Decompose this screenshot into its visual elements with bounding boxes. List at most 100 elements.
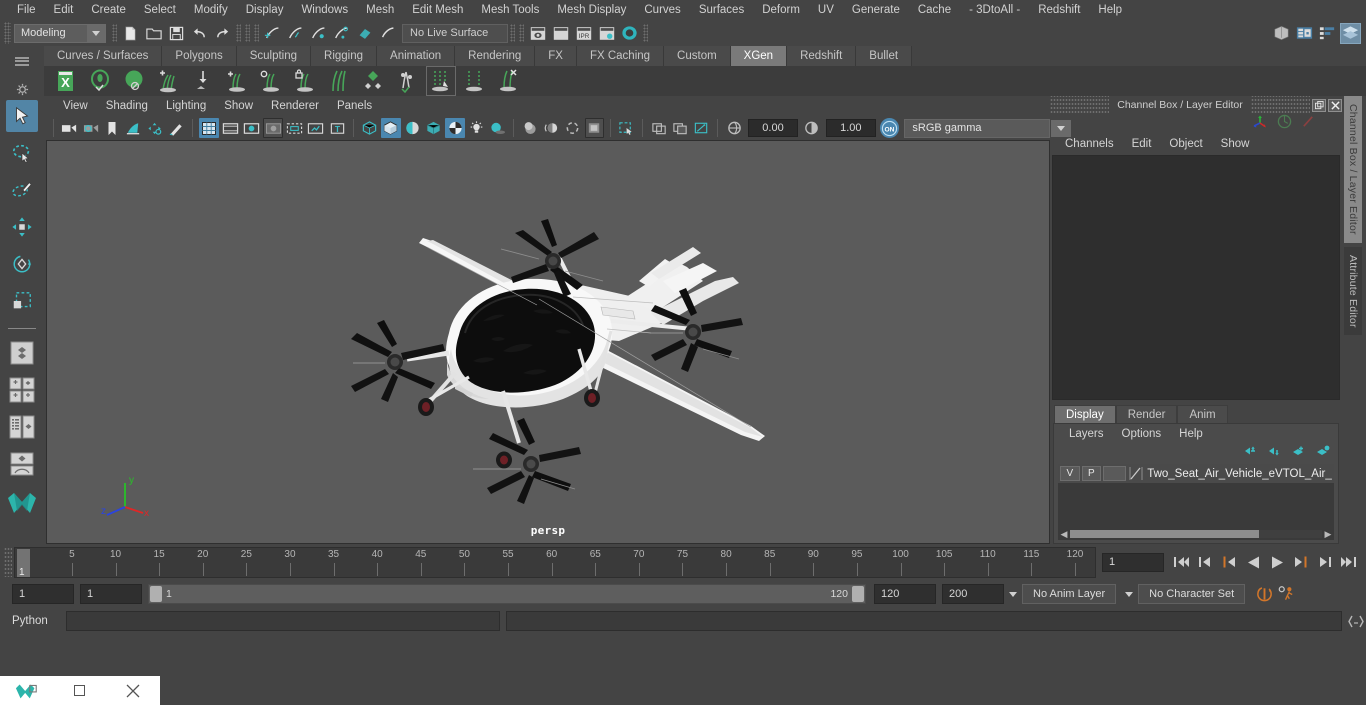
menu-uv[interactable]: UV: [809, 2, 843, 18]
viewport-menu-shading[interactable]: Shading: [97, 98, 157, 114]
show-hide-modeling-toolkit-icon[interactable]: [1271, 23, 1292, 44]
color-management-icon[interactable]: ON: [880, 118, 900, 138]
viewport-menu-renderer[interactable]: Renderer: [262, 98, 328, 114]
play-forwards-icon[interactable]: [1266, 551, 1288, 573]
isolate-select-icon[interactable]: [617, 118, 636, 138]
gamma-value[interactable]: 1.00: [825, 119, 877, 137]
xgen-sphere-icon[interactable]: [120, 66, 150, 96]
vertical-tab-attribute-editor[interactable]: Attribute Editor: [1344, 246, 1362, 336]
close-window-icon[interactable]: [107, 676, 160, 705]
menu-modify[interactable]: Modify: [185, 2, 237, 18]
xray-icon[interactable]: [649, 118, 668, 138]
panel-grip-left[interactable]: [1050, 96, 1110, 114]
shelf-tab-animation[interactable]: Animation: [377, 46, 456, 66]
xray-active-components-icon[interactable]: [692, 118, 711, 138]
camera-attributes-icon[interactable]: [81, 118, 100, 138]
menu-windows[interactable]: Windows: [292, 2, 357, 18]
menu-edit[interactable]: Edit: [45, 2, 83, 18]
film-origin-icon[interactable]: [285, 118, 304, 138]
hypershade-persp-layout[interactable]: [6, 448, 38, 480]
menu-3dtoall[interactable]: - 3DtoAll -: [960, 2, 1029, 18]
film-gate-icon[interactable]: [221, 118, 240, 138]
layer-menu-layers[interactable]: Layers: [1060, 427, 1113, 441]
shelf-tab-redshift[interactable]: Redshift: [787, 46, 857, 66]
character-set-chevron-down-icon[interactable]: [1120, 584, 1138, 604]
render-settings-icon[interactable]: [596, 23, 617, 44]
shelf-tab-rigging[interactable]: Rigging: [311, 46, 378, 66]
menu-help[interactable]: Help: [1089, 2, 1131, 18]
xray-joints-icon[interactable]: [671, 118, 690, 138]
shelf-tab-xgen[interactable]: XGen: [730, 46, 788, 66]
exposure-value[interactable]: 0.00: [747, 119, 799, 137]
perspective-viewport[interactable]: y x z persp: [46, 140, 1050, 544]
shaded-wireframe-icon[interactable]: [424, 118, 443, 138]
create-layer-from-selected-icon[interactable]: [1316, 444, 1330, 462]
shelf-tab-rendering[interactable]: Rendering: [455, 46, 536, 66]
select-camera-icon[interactable]: [60, 118, 79, 138]
layer-playback-toggle[interactable]: P: [1081, 466, 1102, 481]
shelf-tab-custom[interactable]: Custom: [664, 46, 731, 66]
show-hide-channel-box-icon[interactable]: [1340, 22, 1361, 44]
anim-layer-chevron-down-icon[interactable]: [1004, 584, 1022, 604]
playback-end-time-field[interactable]: 120: [874, 584, 936, 604]
restore-window-icon[interactable]: [53, 676, 106, 705]
xgen-region-icon[interactable]: [460, 66, 490, 96]
depth-of-field-icon[interactable]: [584, 118, 604, 138]
layer-type-toggle[interactable]: [1103, 466, 1127, 481]
tab-render[interactable]: Render: [1115, 405, 1178, 423]
select-tool[interactable]: [6, 100, 38, 132]
channel-box-content[interactable]: [1052, 155, 1340, 400]
menu-create[interactable]: Create: [82, 2, 135, 18]
shelf-tab-sculpting[interactable]: Sculpting: [236, 46, 312, 66]
snap-to-projected-center-icon[interactable]: [331, 23, 352, 44]
create-empty-layer-icon[interactable]: [1292, 444, 1306, 462]
ipr-render-icon[interactable]: IPR: [573, 23, 594, 44]
move-layer-up-icon[interactable]: [1244, 444, 1258, 462]
auto-key-icon[interactable]: [1253, 583, 1275, 605]
snap-to-grid-icon[interactable]: [262, 23, 283, 44]
show-hide-tool-settings-icon[interactable]: [1317, 23, 1338, 44]
time-slider[interactable]: 5 10 15 20 25 30 35 40 45 50 55 60 65 70 75 80 85 90 95 100…: [14, 546, 1096, 578]
viewport-menu-show[interactable]: Show: [215, 98, 262, 114]
time-slider-grip[interactable]: [4, 547, 12, 577]
go-to-start-icon[interactable]: [1170, 551, 1192, 573]
xgen-add-grooming-icon[interactable]: [222, 66, 252, 96]
hypershade-icon[interactable]: [619, 23, 640, 44]
tab-display[interactable]: Display: [1054, 405, 1116, 423]
menu-display[interactable]: Display: [237, 2, 293, 18]
scroll-thumb[interactable]: [1070, 530, 1259, 538]
statusbar-grip[interactable]: [4, 22, 11, 44]
menu-set-selector[interactable]: Modeling: [14, 23, 106, 43]
multisample-anti-aliasing-icon[interactable]: [563, 118, 582, 138]
play-backwards-icon[interactable]: [1242, 551, 1264, 573]
smooth-shade-all-icon[interactable]: [381, 118, 401, 138]
xgen-delete-icon[interactable]: [494, 66, 524, 96]
menu-curves[interactable]: Curves: [635, 2, 689, 18]
flat-shade-icon[interactable]: [403, 118, 422, 138]
shelf-tab-fx[interactable]: FX: [535, 46, 577, 66]
grid-toggle-icon[interactable]: [199, 118, 219, 138]
menu-mesh[interactable]: Mesh: [357, 2, 403, 18]
close-icon[interactable]: [1328, 98, 1342, 112]
range-start-handle[interactable]: [150, 586, 162, 602]
playback-start-time-field[interactable]: 1: [80, 584, 142, 604]
shelf-tab-polygons[interactable]: Polygons: [162, 46, 237, 66]
menu-edit-mesh[interactable]: Edit Mesh: [403, 2, 472, 18]
command-language-label[interactable]: Python: [12, 615, 66, 627]
xgen-cut-icon[interactable]: [426, 66, 456, 96]
outliner-persp-layout[interactable]: [6, 411, 38, 443]
layer-list-horizontal-scrollbar[interactable]: ◀ ▶: [1058, 528, 1334, 540]
channel-box-menu-object[interactable]: Object: [1160, 136, 1211, 152]
menu-mesh-tools[interactable]: Mesh Tools: [472, 2, 548, 18]
save-scene-icon[interactable]: [166, 23, 187, 44]
snap-to-point-icon[interactable]: [308, 23, 329, 44]
redo-icon[interactable]: [212, 23, 233, 44]
xgen-clump-icon[interactable]: [392, 66, 422, 96]
text-overlay-icon[interactable]: T: [328, 118, 347, 138]
chevron-down-icon[interactable]: [1051, 119, 1071, 137]
attribute-editor-icon[interactable]: [1277, 114, 1292, 134]
xgen-add-guides-icon[interactable]: [154, 66, 184, 96]
xgen-lock-guide-icon[interactable]: [290, 66, 320, 96]
layer-menu-options[interactable]: Options: [1113, 427, 1171, 441]
screen-space-ambient-occlusion-icon[interactable]: [520, 118, 539, 138]
